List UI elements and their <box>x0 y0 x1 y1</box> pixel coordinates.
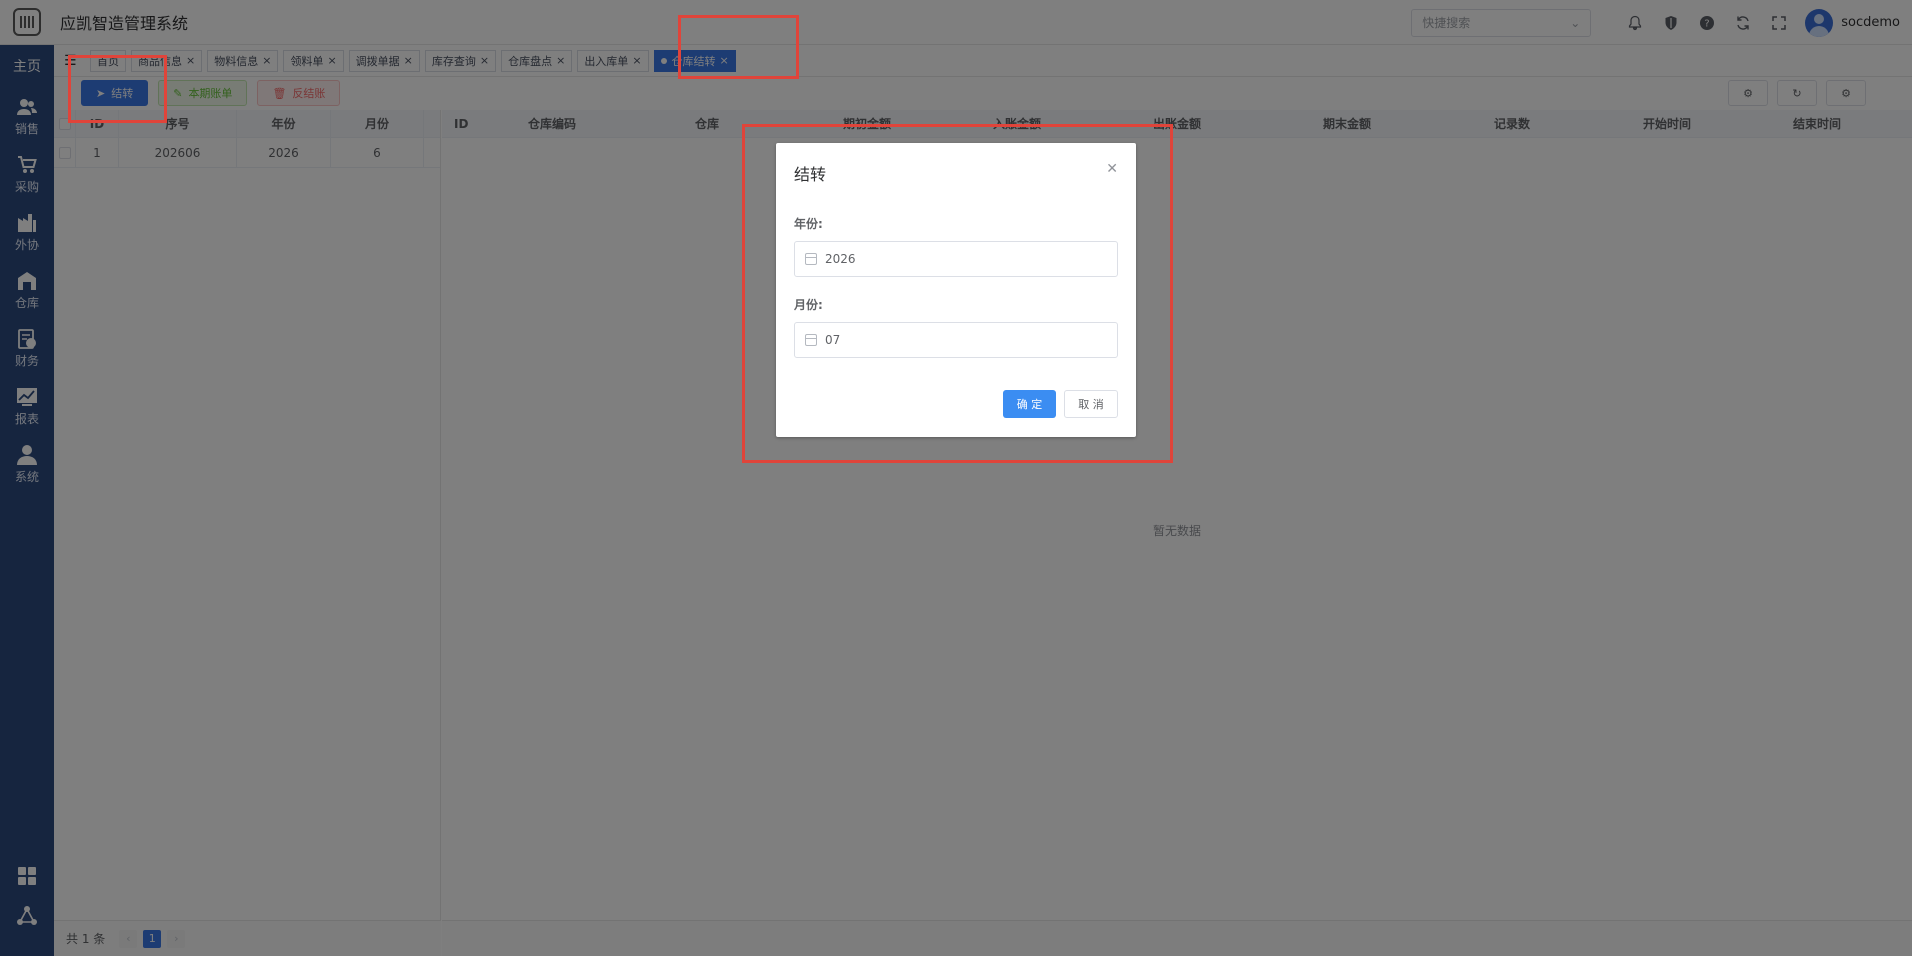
year-value: 2026 <box>825 252 856 266</box>
carryover-dialog: 结转 ✕ 年份: 2026 月份: 07 确 定 取 消 <box>776 143 1136 437</box>
dialog-title: 结转 <box>794 165 827 184</box>
annotation-box-carryover-button <box>68 55 167 123</box>
year-picker[interactable]: 2026 <box>794 241 1118 277</box>
confirm-button[interactable]: 确 定 <box>1003 390 1056 418</box>
calendar-icon <box>805 334 817 346</box>
close-icon[interactable]: ✕ <box>1106 161 1118 177</box>
calendar-icon <box>805 253 817 265</box>
annotation-box-active-tab <box>678 15 799 79</box>
month-value: 07 <box>825 333 841 347</box>
month-label: 月份: <box>794 298 823 312</box>
cancel-button[interactable]: 取 消 <box>1064 390 1118 418</box>
year-label: 年份: <box>794 217 823 231</box>
month-picker[interactable]: 07 <box>794 322 1118 358</box>
